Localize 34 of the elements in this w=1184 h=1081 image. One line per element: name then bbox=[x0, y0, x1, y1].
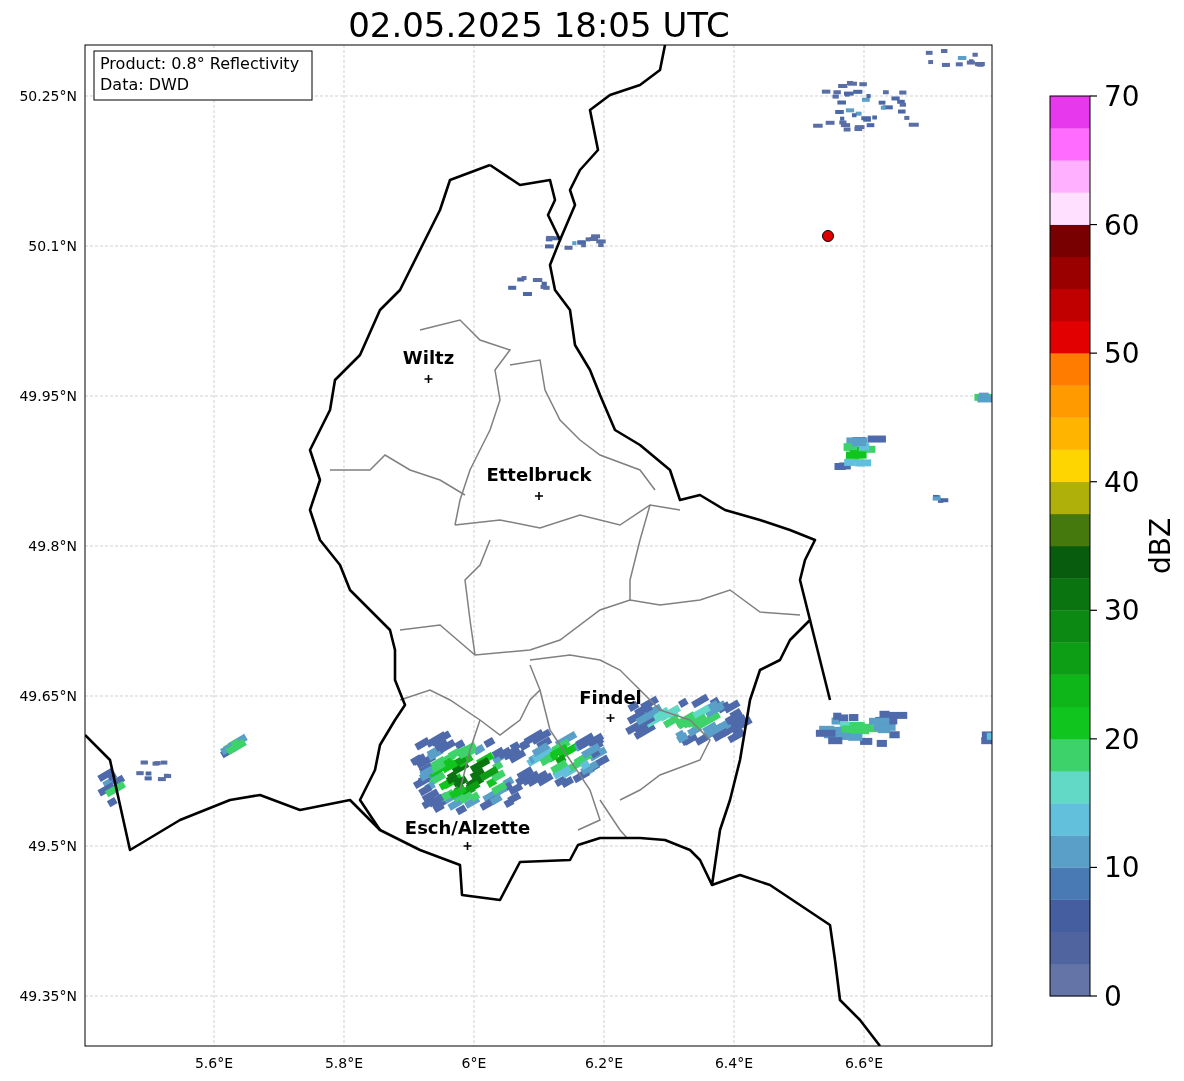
radar-site-marker bbox=[822, 230, 834, 242]
colorbar-tick-label: 40 bbox=[1104, 465, 1140, 499]
axis-tick-label: 49.5°N bbox=[28, 838, 77, 854]
axis-tick-label: 6.2°E bbox=[584, 1055, 624, 1071]
plot-title: 02.05.2025 18:05 UTC bbox=[348, 5, 730, 45]
city-marker-icon bbox=[534, 491, 544, 501]
colorbar-tick-label: 10 bbox=[1104, 851, 1140, 885]
city-label: Wiltz bbox=[402, 347, 455, 368]
axis-tick-label: 5.6°E bbox=[194, 1055, 234, 1071]
axis-tick-label: 6.6°E bbox=[844, 1055, 884, 1071]
axis-tick-label: 50.25°N bbox=[19, 88, 77, 104]
colorbar-tick-label: 20 bbox=[1104, 722, 1140, 756]
city-marker-icon bbox=[423, 374, 434, 384]
colorbar-tick-label: 30 bbox=[1104, 594, 1140, 628]
axis-tick-label: 6°E bbox=[461, 1055, 487, 1071]
axis-tick-label: 49.8°N bbox=[28, 538, 77, 554]
colorbar-tick-label: 60 bbox=[1104, 208, 1140, 242]
axis-tick-label: 50.1°N bbox=[28, 238, 77, 254]
colorbar-label: dBZ bbox=[1144, 517, 1177, 575]
axis-tick-label: 49.35°N bbox=[19, 988, 77, 1004]
axis-tick-label: 49.65°N bbox=[19, 688, 77, 704]
axis-tick-label: 6.4°E bbox=[714, 1055, 754, 1071]
city-label: Ettelbruck bbox=[486, 464, 592, 485]
info-text: Data: DWD bbox=[100, 75, 190, 94]
info-text: Product: 0.8° Reflectivity bbox=[100, 54, 300, 73]
city-marker-icon bbox=[605, 713, 616, 723]
city-label: Findel bbox=[579, 687, 642, 708]
city-label: Esch/Alzette bbox=[404, 817, 531, 838]
city-marker-icon bbox=[462, 841, 473, 851]
colorbar-tick-label: 0 bbox=[1104, 980, 1122, 1013]
axis-tick-label: 5.8°E bbox=[324, 1055, 364, 1071]
axis-tick-label: 49.95°N bbox=[19, 388, 77, 404]
colorbar-tick-label: 50 bbox=[1104, 337, 1140, 371]
colorbar-tick-label: 70 bbox=[1104, 80, 1140, 113]
